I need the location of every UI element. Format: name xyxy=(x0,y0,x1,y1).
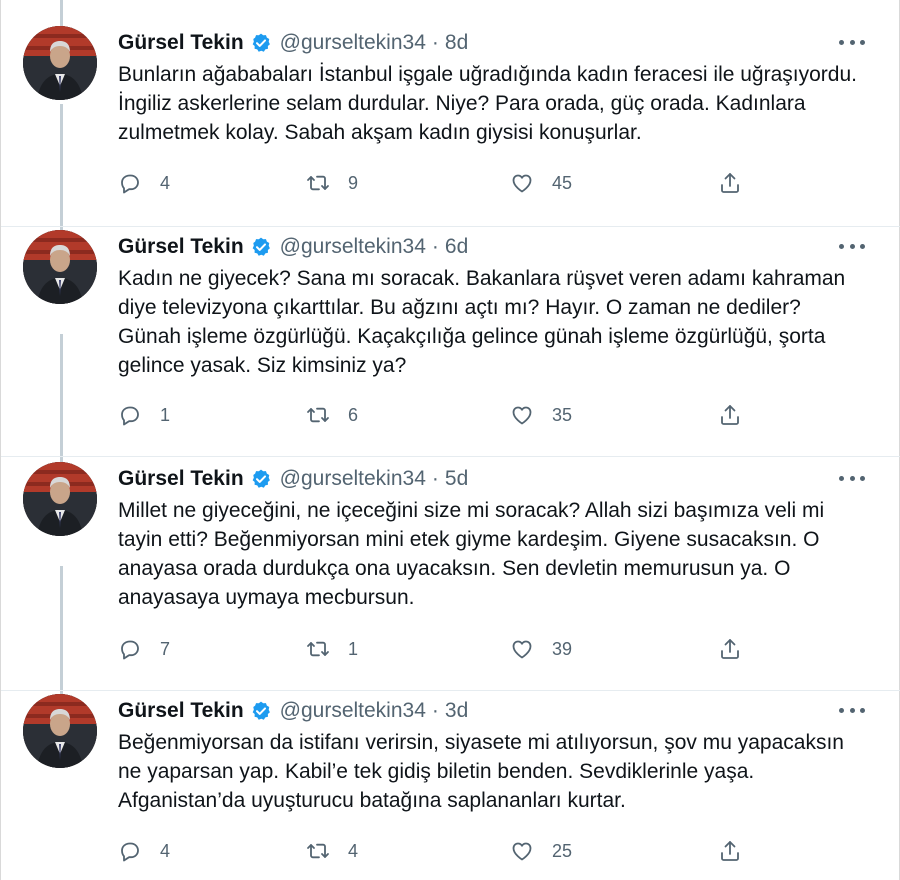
reply-button[interactable]: 1 xyxy=(118,400,170,430)
like-icon xyxy=(512,640,532,659)
like-button[interactable]: 45 xyxy=(510,168,572,198)
author-handle[interactable]: @gurseltekin34 xyxy=(280,699,426,723)
reply-count: 4 xyxy=(160,172,171,193)
reply-count: 1 xyxy=(160,404,171,425)
share-button[interactable] xyxy=(718,836,742,866)
tweet-time[interactable]: 6d xyxy=(445,235,468,259)
reply-button[interactable]: 4 xyxy=(118,836,170,866)
tweet-actions: 4 4 25 xyxy=(118,836,758,866)
separator-dot: · xyxy=(431,699,439,722)
tweet-text: Beğenmiyorsan da istifanı verirsin, siya… xyxy=(118,731,844,812)
verified-badge-icon xyxy=(252,33,270,52)
tweet[interactable]: Gürsel Tekin @gurseltekin34 · 8d Bunları… xyxy=(1,0,900,226)
share-button[interactable] xyxy=(718,400,742,430)
like-count: 35 xyxy=(552,404,573,425)
separator-dot: · xyxy=(431,235,439,258)
tweet-actions: 7 1 39 xyxy=(118,634,758,664)
avatar-portrait xyxy=(23,26,97,100)
author-name[interactable]: Gürsel Tekin xyxy=(118,699,244,723)
retweet-button[interactable]: 9 xyxy=(306,168,358,198)
reply-icon xyxy=(121,174,139,194)
reply-icon xyxy=(121,406,139,426)
avatar[interactable] xyxy=(23,26,97,100)
author-name[interactable]: Gürsel Tekin xyxy=(118,467,244,491)
retweet-icon xyxy=(307,843,329,859)
reply-count: 4 xyxy=(160,840,171,861)
like-count: 45 xyxy=(552,172,573,193)
author-handle[interactable]: @gurseltekin34 xyxy=(280,235,426,259)
more-options-icon[interactable] xyxy=(839,32,865,52)
like-icon xyxy=(512,406,532,425)
retweet-icon xyxy=(307,641,329,657)
tweet-actions: 1 6 35 xyxy=(118,400,758,430)
like-count: 39 xyxy=(552,638,573,659)
tweet-time[interactable]: 5d xyxy=(445,467,468,491)
retweet-count: 1 xyxy=(348,638,359,659)
share-icon xyxy=(721,405,739,425)
verified-badge-icon xyxy=(252,237,270,256)
more-options-icon[interactable] xyxy=(839,700,865,720)
avatar[interactable] xyxy=(23,230,97,304)
share-button[interactable] xyxy=(718,634,742,664)
tweet[interactable]: Gürsel Tekin @gurseltekin34 · 3d Beğenmi… xyxy=(1,668,900,880)
author-name[interactable]: Gürsel Tekin xyxy=(118,31,244,55)
share-button[interactable] xyxy=(718,168,742,198)
like-icon xyxy=(512,842,532,861)
share-icon xyxy=(721,639,739,659)
avatar[interactable] xyxy=(23,694,97,768)
verified-badge-icon xyxy=(252,701,270,720)
retweet-button[interactable]: 1 xyxy=(306,634,358,664)
timeline: Gürsel Tekin @gurseltekin34 · 8d Bunları… xyxy=(0,0,900,880)
avatar[interactable] xyxy=(23,462,97,536)
like-button[interactable]: 35 xyxy=(510,400,572,430)
retweet-icon xyxy=(307,175,329,191)
reply-button[interactable]: 7 xyxy=(118,634,170,664)
verified-badge-icon xyxy=(252,469,270,488)
retweet-count: 9 xyxy=(348,172,359,193)
more-options-icon[interactable] xyxy=(839,236,865,256)
retweet-count: 4 xyxy=(348,840,359,861)
tweet-text: Millet ne giyeceğini, ne içeceğini size … xyxy=(118,499,825,609)
tweet[interactable]: Gürsel Tekin @gurseltekin34 · 6d Kadın n… xyxy=(1,204,900,456)
retweet-button[interactable]: 4 xyxy=(306,836,358,866)
separator-dot: · xyxy=(431,467,439,490)
tweet-time[interactable]: 8d xyxy=(445,31,468,55)
retweet-count: 6 xyxy=(348,404,359,425)
tweet-actions: 4 9 45 xyxy=(118,168,758,198)
avatar-portrait xyxy=(23,462,97,536)
tweet-header: Gürsel Tekin @gurseltekin34 · 8d xyxy=(118,30,468,56)
tweet[interactable]: Gürsel Tekin @gurseltekin34 · 5d Millet … xyxy=(1,436,900,690)
tweet-text: Kadın ne giyecek? Sana mı soracak. Bakan… xyxy=(118,267,846,377)
author-name[interactable]: Gürsel Tekin xyxy=(118,235,244,259)
tweet-header: Gürsel Tekin @gurseltekin34 · 5d xyxy=(118,466,468,492)
author-handle[interactable]: @gurseltekin34 xyxy=(280,31,426,55)
retweet-button[interactable]: 6 xyxy=(306,400,358,430)
tweet-header: Gürsel Tekin @gurseltekin34 · 6d xyxy=(118,234,468,260)
reply-button[interactable]: 4 xyxy=(118,168,170,198)
like-icon xyxy=(512,174,532,193)
share-icon xyxy=(721,173,739,193)
tweet-time[interactable]: 3d xyxy=(445,699,468,723)
avatar-portrait xyxy=(23,694,97,768)
tweet-header: Gürsel Tekin @gurseltekin34 · 3d xyxy=(118,698,468,724)
reply-count: 7 xyxy=(160,638,171,659)
retweet-icon xyxy=(307,407,329,423)
tweet-text: Bunların ağababaları İstanbul işgale uğr… xyxy=(118,63,857,144)
more-options-icon[interactable] xyxy=(839,468,865,488)
like-button[interactable]: 39 xyxy=(510,634,572,664)
share-icon xyxy=(721,841,739,861)
like-count: 25 xyxy=(552,840,573,861)
like-button[interactable]: 25 xyxy=(510,836,572,866)
avatar-portrait xyxy=(23,230,97,304)
separator-dot: · xyxy=(431,31,439,54)
reply-icon xyxy=(121,640,139,660)
reply-icon xyxy=(121,842,139,862)
author-handle[interactable]: @gurseltekin34 xyxy=(280,467,426,491)
